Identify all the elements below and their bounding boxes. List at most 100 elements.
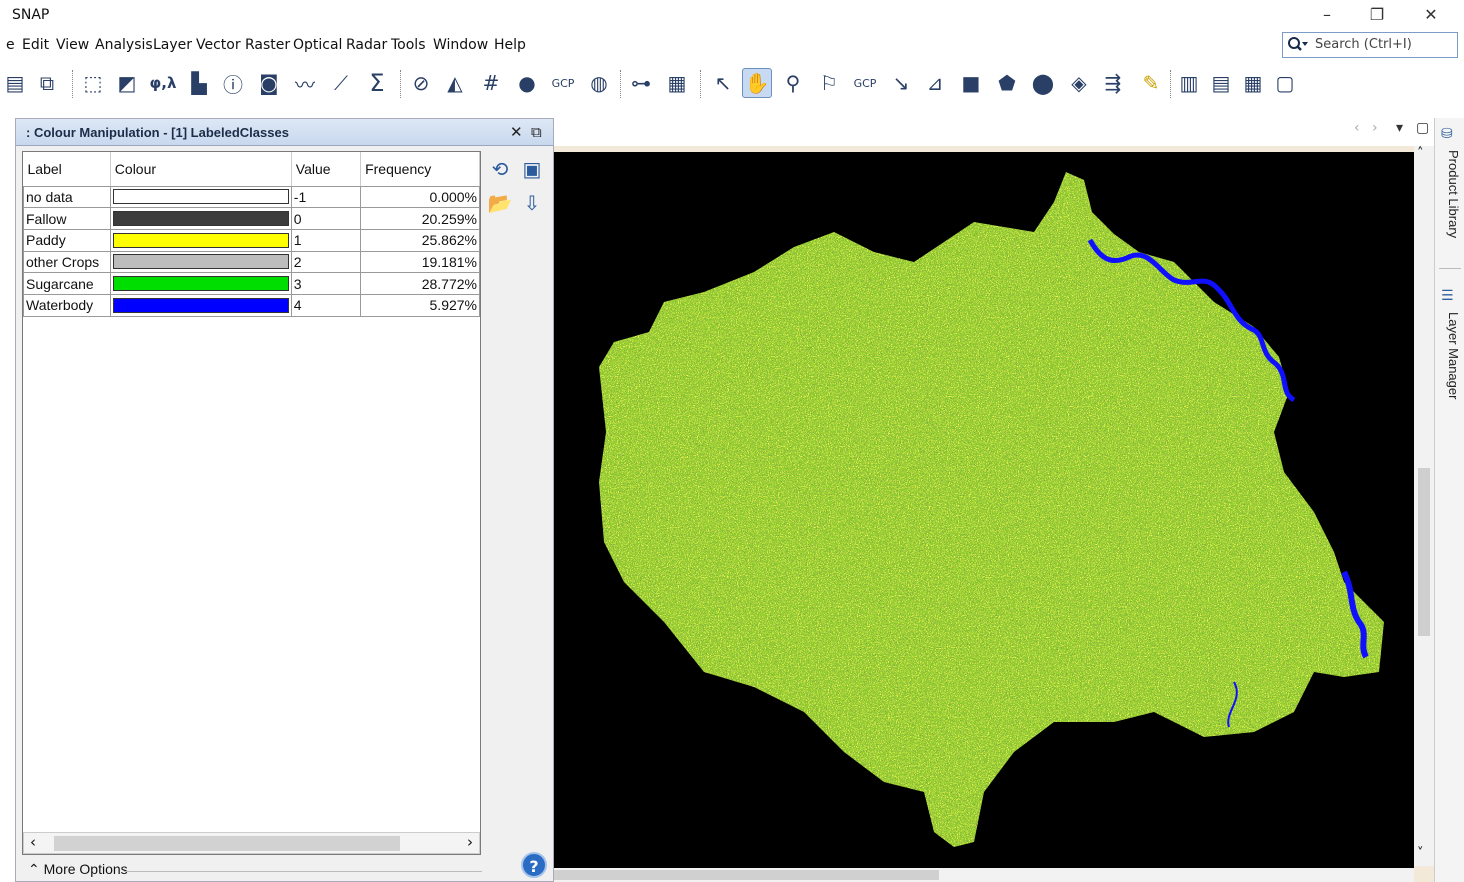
menu-tools[interactable]: Tools [391,37,426,53]
scroll-left-icon[interactable]: ‹ [30,833,36,851]
information-icon[interactable]: ⓘ [218,68,248,98]
scatter-plot-icon[interactable]: ⟋ [326,68,356,98]
panel-close-icon[interactable]: ✕ [510,123,523,141]
row-label[interactable]: Paddy [23,228,111,252]
row-value[interactable]: 2 [290,250,362,274]
menu-vector[interactable]: Vector [196,37,241,53]
panel-float-icon[interactable]: ⧉ [531,123,542,141]
gcp-icon[interactable]: GCP [548,68,578,98]
range-finder-icon[interactable]: ◈ [1064,68,1094,98]
layer-icon[interactable]: ◭ [440,68,470,98]
tile-horizontal-icon[interactable]: ▥ [1174,68,1204,98]
menu-window[interactable]: Window [433,37,488,53]
scroll-up-icon[interactable]: ˄ [1417,146,1424,161]
export-icon[interactable]: ⇩ [518,189,546,217]
row-label[interactable]: Waterbody [23,293,111,317]
more-options-toggle[interactable]: ⌃ More Options [28,861,128,878]
menu-raster[interactable]: Raster [245,37,290,53]
view-vertical-scrollbar[interactable]: ˄ ˅ [1414,146,1434,866]
scroll-tabs-left-icon[interactable]: ‹ [1354,120,1360,136]
tile-single-icon[interactable]: ▢ [1270,68,1300,98]
menu-help[interactable]: Help [494,37,526,53]
session-icon[interactable]: ⧉ [32,68,62,98]
gcp-tool-icon[interactable]: GCP [850,68,880,98]
select-tool-icon[interactable]: ↖ [708,68,738,98]
colour-swatch[interactable] [112,211,289,227]
colour-swatch[interactable] [112,232,289,248]
colour-swatch[interactable] [112,276,289,292]
colour-swatch[interactable] [112,254,289,270]
table-row[interactable]: no data -1 0.000% [23,185,480,209]
reset-icon[interactable]: ⟲ [486,155,514,183]
search-field[interactable]: Search (Ctrl+I) [1282,32,1458,58]
product-library-icon[interactable]: ⛁ [1441,126,1453,142]
table-row[interactable]: Paddy 1 25.862% [23,228,480,252]
zoom-tool-icon[interactable]: ⚲ [778,68,808,98]
batch-processing-icon[interactable]: ▦ [662,68,692,98]
pixel-info-icon[interactable]: ● [512,68,542,98]
column-header-value[interactable]: Value [291,152,362,187]
menu-radar[interactable]: Radar [346,37,387,53]
row-colour[interactable] [109,185,292,209]
scrollbar-thumb[interactable] [554,870,939,880]
row-label[interactable]: Sugarcane [23,272,111,295]
tab-layer-manager[interactable]: Layer Manager [1439,312,1461,399]
band-maths-phi-lambda-icon[interactable]: φ,λ [148,68,178,98]
search-icon[interactable] [1287,36,1309,58]
line-draw-icon[interactable]: ◩ [112,68,142,98]
column-header-label[interactable]: Label [23,152,111,187]
restore-button[interactable]: ❐ [1362,4,1392,26]
draw-polygon-icon[interactable]: ⬟ [992,68,1022,98]
menu-layer[interactable]: Layer [153,37,192,53]
tab-product-library[interactable]: Product Library [1439,150,1461,238]
row-colour[interactable] [109,228,292,252]
row-colour[interactable] [109,272,292,295]
row-label[interactable]: Fallow [23,207,111,230]
menu-file[interactable]: e [6,37,15,53]
polygon-draw-icon[interactable]: ⬚ [78,68,108,98]
pencil-icon[interactable]: ✎ [1136,68,1166,98]
world-map-icon[interactable]: ◍ [584,68,614,98]
mask-icon[interactable]: ⊘ [406,68,436,98]
draw-ellipse-icon[interactable]: ⬤ [1028,68,1058,98]
pan-tool-icon[interactable]: ✋ [742,68,772,98]
row-value[interactable]: 3 [290,272,362,295]
row-colour[interactable] [109,250,292,274]
table-row[interactable]: Fallow 0 20.259% [23,207,480,230]
row-colour[interactable] [109,293,292,317]
help-icon[interactable]: ? [521,852,547,878]
table-horizontal-scrollbar[interactable]: ‹ › [23,832,480,854]
scrollbar-thumb[interactable] [1418,468,1430,636]
colour-swatch[interactable] [112,297,289,313]
multi-apply-icon[interactable]: ▣ [518,155,546,183]
tile-vertical-icon[interactable]: ▤ [1206,68,1236,98]
menu-optical[interactable]: Optical [293,37,342,53]
grid-icon[interactable]: # [476,68,506,98]
import-icon[interactable]: 📂 [486,189,514,217]
table-row[interactable]: other Crops 2 19.181% [23,250,480,274]
scroll-down-icon[interactable]: ˅ [1417,846,1424,861]
tab-list-dropdown-icon[interactable]: ▾ [1396,120,1403,136]
row-label[interactable]: other Crops [23,250,111,274]
close-button[interactable]: ✕ [1416,4,1446,26]
spectrum-icon[interactable]: 〰 [290,68,320,98]
sum-icon[interactable]: Σ [362,68,392,98]
scroll-right-icon[interactable]: › [467,833,473,851]
draw-rectangle-icon[interactable]: ■ [956,68,986,98]
classified-raster-image[interactable] [554,152,1414,870]
minimize-button[interactable]: – [1312,4,1342,26]
column-header-colour[interactable]: Colour [110,152,292,187]
scroll-tabs-right-icon[interactable]: › [1372,120,1378,136]
open-product-icon[interactable]: ▤ [0,68,30,98]
menu-edit[interactable]: Edit [22,37,49,53]
image-canvas[interactable] [554,152,1414,870]
table-row[interactable]: Waterbody 4 5.927% [23,293,480,317]
tile-grid-icon[interactable]: ▦ [1238,68,1268,98]
menu-analysis[interactable]: Analysis [95,37,153,53]
magic-wand-icon[interactable]: ⇶ [1098,68,1128,98]
draw-polyline-icon[interactable]: ⊿ [920,68,950,98]
row-value[interactable]: 1 [290,228,362,252]
maximize-view-icon[interactable]: ▢ [1416,120,1429,136]
layer-manager-icon[interactable]: ☰ [1441,288,1454,304]
view-horizontal-scrollbar[interactable] [554,868,1414,882]
